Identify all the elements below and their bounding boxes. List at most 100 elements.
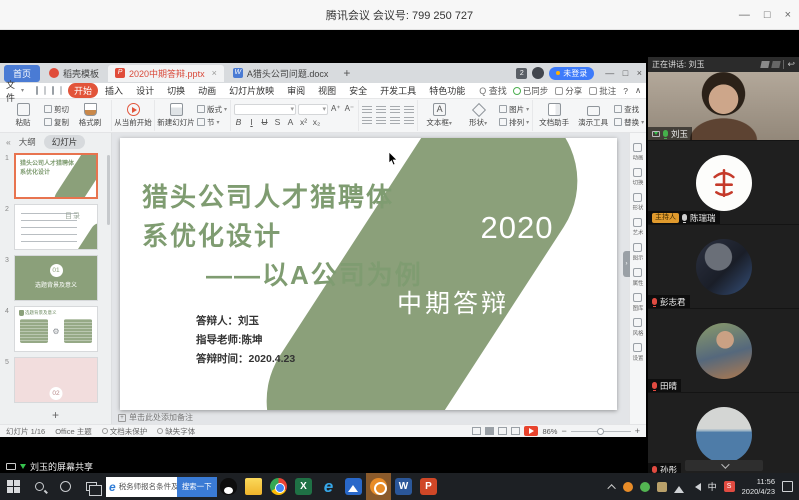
comment-button[interactable]: 批注 bbox=[589, 85, 616, 97]
more-participants-button[interactable] bbox=[685, 460, 763, 471]
wps-minimize-button[interactable]: — bbox=[605, 68, 614, 78]
minimize-button[interactable]: — bbox=[739, 9, 750, 21]
menu-tab[interactable]: 安全 bbox=[343, 83, 373, 98]
taskbar-app-icon[interactable] bbox=[216, 473, 241, 500]
find-menu[interactable]: Q 查找 bbox=[479, 84, 507, 97]
reading-view-button[interactable] bbox=[498, 427, 507, 435]
message-badge[interactable]: 2 bbox=[516, 68, 527, 79]
layout-button[interactable]: 版式▾ bbox=[197, 104, 227, 115]
menu-tab[interactable]: 动画 bbox=[192, 83, 222, 98]
menu-tab[interactable]: 幻灯片放映 bbox=[223, 83, 280, 98]
globe-icon[interactable] bbox=[532, 67, 544, 79]
rail-tool[interactable]: 动画 bbox=[632, 143, 644, 162]
align-center-icon[interactable] bbox=[376, 117, 386, 125]
help-button[interactable]: ? bbox=[623, 86, 628, 96]
clock[interactable]: 11:56 2020/4/23 bbox=[742, 477, 775, 497]
task-view-button[interactable] bbox=[78, 473, 104, 500]
wifi-icon[interactable] bbox=[674, 481, 684, 493]
cortana-button[interactable] bbox=[52, 473, 78, 500]
login-button[interactable]: 未登录 bbox=[549, 67, 594, 80]
menu-tab[interactable]: 设计 bbox=[130, 83, 160, 98]
new-tab-button[interactable]: + bbox=[337, 66, 356, 80]
wps-close-button[interactable]: × bbox=[637, 68, 642, 78]
number-list-icon[interactable] bbox=[376, 106, 386, 114]
align-right-icon[interactable] bbox=[390, 117, 400, 125]
new-slide-button[interactable]: 新建幻灯片 bbox=[158, 103, 194, 128]
collapse-ribbon-button[interactable]: ∧ bbox=[635, 85, 641, 96]
find-button[interactable]: 查找 bbox=[614, 104, 644, 115]
tray-green-app-icon[interactable] bbox=[640, 482, 650, 492]
paste-button[interactable]: 粘贴 bbox=[5, 103, 41, 128]
rail-tool[interactable]: 形状 bbox=[632, 193, 644, 212]
menu-tab[interactable]: 开始 bbox=[68, 83, 98, 98]
thumbnails-scrollbar[interactable] bbox=[107, 155, 110, 225]
taskbar-app-icon[interactable]: e bbox=[316, 473, 341, 500]
wps-restore-button[interactable]: □ bbox=[623, 68, 628, 78]
close-button[interactable]: × bbox=[785, 9, 791, 21]
tab-pptx-active[interactable]: P 2020中期答辩.pptx × bbox=[108, 65, 224, 82]
rail-tool[interactable]: 图示 bbox=[632, 243, 644, 262]
format-painter-button[interactable]: 格式刷 bbox=[72, 103, 108, 128]
slide-thumbnail[interactable]: 猎头公司人才猎聘体 系优化设计 01 选题背景及意义 bbox=[14, 255, 98, 301]
tab-docx[interactable]: W A猎头公司问题.docx bbox=[226, 65, 336, 82]
section-button[interactable]: 节▾ bbox=[197, 117, 227, 128]
format-glyph-button[interactable]: U bbox=[260, 117, 269, 127]
theme-name[interactable]: Office 主题 bbox=[55, 426, 92, 437]
add-slide-button[interactable]: + bbox=[0, 408, 111, 424]
format-glyph-button[interactable]: B bbox=[234, 117, 243, 127]
taskbar-app-icon[interactable] bbox=[241, 473, 266, 500]
notes-hint[interactable]: + 单击此处添加备注 bbox=[112, 411, 629, 424]
justify-icon[interactable] bbox=[404, 117, 414, 125]
notification-center-icon[interactable] bbox=[782, 481, 793, 492]
doc-assistant-button[interactable]: 文档助手 bbox=[536, 103, 572, 128]
missing-fonts[interactable]: 缺失字体 bbox=[157, 426, 195, 437]
redo-icon[interactable] bbox=[60, 86, 62, 95]
rail-expand-handle[interactable]: › bbox=[623, 251, 630, 277]
textbox-button[interactable]: 文本框▾ bbox=[421, 103, 457, 128]
format-glyph-button[interactable]: I bbox=[247, 117, 256, 127]
menu-tab[interactable]: 视图 bbox=[312, 83, 342, 98]
start-button[interactable] bbox=[0, 473, 26, 500]
slide-thumbnail[interactable]: 猎头公司人才猎聘体 系优化设计 目录 bbox=[14, 204, 98, 250]
rail-tool[interactable]: 艺术 bbox=[632, 218, 644, 237]
menu-tab[interactable]: 切换 bbox=[161, 83, 191, 98]
layout-grid-icon[interactable] bbox=[761, 61, 770, 68]
normal-view-button[interactable] bbox=[472, 427, 481, 435]
synced-status[interactable]: 已同步 bbox=[513, 85, 549, 97]
format-glyph-button[interactable]: A bbox=[286, 117, 295, 127]
zoom-slider-handle[interactable] bbox=[597, 428, 604, 435]
slide-thumbnail-row[interactable]: 1 猎头公司人才猎聘体 系优化设计 bbox=[0, 153, 111, 199]
rail-tool[interactable]: 切换 bbox=[632, 168, 644, 187]
participant-tile[interactable]: 田晴 bbox=[648, 309, 799, 392]
format-glyph-button[interactable]: x² bbox=[299, 117, 308, 127]
rail-tool[interactable]: 图库 bbox=[632, 293, 644, 312]
undo-icon[interactable] bbox=[52, 86, 54, 95]
rail-tool[interactable]: 风格 bbox=[632, 318, 644, 337]
slide-sorter-button[interactable] bbox=[485, 427, 494, 435]
font-size-select[interactable] bbox=[298, 104, 328, 115]
taskbar-app-icon[interactable]: X bbox=[291, 473, 316, 500]
rail-tool[interactable]: 属性 bbox=[632, 268, 644, 287]
taskbar-search-button[interactable] bbox=[26, 473, 52, 500]
grow-font-button[interactable]: A⁺ bbox=[330, 104, 342, 115]
menu-tab[interactable]: 审阅 bbox=[281, 83, 311, 98]
print-icon[interactable] bbox=[44, 86, 46, 95]
panel-collapse-button[interactable]: « bbox=[6, 137, 11, 147]
present-tools-button[interactable]: 演示工具 bbox=[575, 104, 611, 128]
layout-grid-icon-2[interactable] bbox=[772, 61, 781, 68]
browser-search-box[interactable]: e 搜索一下 bbox=[106, 477, 214, 497]
collapse-panel-icon[interactable]: ↩ bbox=[787, 60, 795, 69]
slide-thumbnail-row[interactable]: 3 猎头公司人才猎聘体 系优化设计 bbox=[0, 255, 111, 301]
maximize-button[interactable]: □ bbox=[764, 9, 771, 21]
participant-tile[interactable]: 刘玉 bbox=[648, 72, 799, 140]
save-icon[interactable] bbox=[36, 86, 38, 95]
replace-button[interactable]: 替换▾ bbox=[614, 117, 644, 128]
zoom-slider[interactable] bbox=[571, 431, 631, 432]
play-from-current-button[interactable]: 从当前开始 bbox=[115, 103, 151, 128]
rail-tool[interactable]: 设置 bbox=[632, 343, 644, 362]
arrange-button[interactable]: 排列▾ bbox=[499, 117, 529, 128]
tray-wps-icon[interactable]: S bbox=[724, 481, 735, 492]
current-slide[interactable]: 猎头公司人才猎聘体 系优化设计 ——以A公司为例 2020 中期答辩 答辩人：刘… bbox=[120, 138, 617, 410]
indent-decrease-icon[interactable] bbox=[390, 106, 400, 114]
slide-thumbnail[interactable]: 猎头公司人才猎聘体 系优化设计 选题背景及意义 bbox=[14, 306, 98, 352]
